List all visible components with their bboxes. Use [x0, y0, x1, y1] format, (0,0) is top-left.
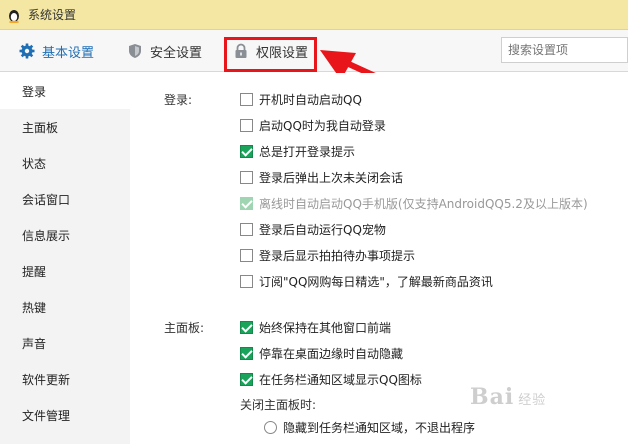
close-panel-label: 关闭主面板时:	[240, 398, 317, 412]
panel-section-label: 主面板:	[164, 321, 205, 335]
option-paipai-todo[interactable]: 登录后显示拍拍待办事项提示	[240, 247, 415, 264]
search-input[interactable]	[501, 37, 628, 63]
radio-button[interactable]	[264, 421, 277, 434]
qq-penguin-icon	[6, 7, 22, 23]
baidu-watermark: Bai 经验	[470, 384, 547, 410]
option-always-on-top[interactable]: 始终保持在其他窗口前端	[240, 319, 391, 336]
tab-security-settings[interactable]: 安全设置	[126, 30, 202, 72]
option-hide-to-tray[interactable]: 隐藏到任务栏通知区域，不退出程序	[264, 419, 475, 436]
tab-basic-settings[interactable]: 基本设置	[18, 30, 94, 72]
option-restore-sessions[interactable]: 登录后弹出上次未关闭会话	[240, 169, 403, 186]
sidebar: 登录 主面板 状态 会话窗口 信息展示 提醒 热键 声音 软件更新 文件管理	[0, 73, 130, 444]
sidebar-item-login[interactable]: 登录	[0, 73, 130, 109]
tab-security-label: 安全设置	[150, 45, 203, 61]
sidebar-item-main-panel[interactable]: 主面板	[0, 109, 130, 145]
tab-basic-label: 基本设置	[42, 45, 95, 61]
checkbox[interactable]	[240, 275, 253, 288]
gear-icon	[18, 42, 36, 60]
option-auto-login[interactable]: 启动QQ时为我自动登录	[240, 117, 386, 134]
shield-icon	[126, 42, 144, 60]
option-qq-pet[interactable]: 登录后自动运行QQ宠物	[240, 221, 386, 238]
checkbox[interactable]	[240, 223, 253, 236]
window-title: 系统设置	[28, 8, 77, 22]
checkbox-checked[interactable]	[240, 373, 253, 386]
sidebar-item-reminders[interactable]: 提醒	[0, 253, 130, 289]
sidebar-item-sound[interactable]: 声音	[0, 325, 130, 361]
title-bar: 系统设置	[0, 0, 628, 30]
checkbox-checked-disabled	[240, 197, 253, 210]
checkbox[interactable]	[240, 171, 253, 184]
login-section-label: 登录:	[164, 93, 193, 107]
sidebar-item-info-display[interactable]: 信息展示	[0, 217, 130, 253]
sidebar-item-file-management[interactable]: 文件管理	[0, 397, 130, 433]
checkbox-checked[interactable]	[240, 347, 253, 360]
highlight-box	[224, 37, 317, 72]
option-subscribe-shopping[interactable]: 订阅"QQ网购每日精选"，了解最新商品资讯	[240, 273, 493, 290]
sidebar-item-hotkeys[interactable]: 热键	[0, 289, 130, 325]
settings-content: 登录: 开机时自动启动QQ 启动QQ时为我自动登录 总是打开登录提示 登录后弹出…	[130, 73, 628, 444]
checkbox[interactable]	[240, 249, 253, 262]
sidebar-item-chat-window[interactable]: 会话窗口	[0, 181, 130, 217]
option-tray-icon[interactable]: 在任务栏通知区域显示QQ图标	[240, 371, 422, 388]
option-auto-hide-edge[interactable]: 停靠在桌面边缘时自动隐藏	[240, 345, 403, 362]
checkbox[interactable]	[240, 119, 253, 132]
checkbox-checked[interactable]	[240, 145, 253, 158]
sidebar-item-status[interactable]: 状态	[0, 145, 130, 181]
checkbox[interactable]	[240, 93, 253, 106]
option-auto-start-qq[interactable]: 开机时自动启动QQ	[240, 91, 362, 108]
sidebar-item-software-update[interactable]: 软件更新	[0, 361, 130, 397]
checkbox-checked[interactable]	[240, 321, 253, 334]
option-offline-mobile-qq: 离线时自动启动QQ手机版(仅支持AndroidQQ5.2及以上版本)	[240, 195, 588, 212]
option-show-login-tips[interactable]: 总是打开登录提示	[240, 143, 355, 160]
